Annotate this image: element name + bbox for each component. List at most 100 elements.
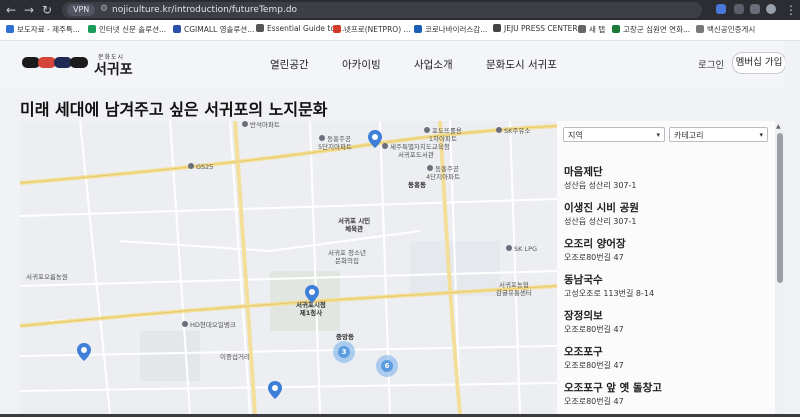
bookmark-item[interactable]: CGIMALL 영솔루션... bbox=[173, 24, 254, 35]
bookmark-favicon-icon bbox=[493, 24, 501, 32]
scroll-up-icon[interactable]: ▲ bbox=[776, 123, 781, 130]
page-margin bbox=[785, 41, 800, 414]
place-name: 이생진 시비 공원 bbox=[564, 202, 639, 214]
map-place-label[interactable]: 서귀포농협 감귤유통센터 bbox=[496, 281, 532, 297]
map-poi-label[interactable]: 동홍주공 4단지아파트 bbox=[426, 165, 460, 181]
building-icon bbox=[424, 127, 430, 133]
nav-culture-city[interactable]: 문화도시 서귀포 bbox=[486, 57, 557, 72]
map-cluster-marker[interactable]: 3 bbox=[333, 341, 355, 363]
bookmark-item[interactable]: 고창군 심원면 연화... bbox=[612, 24, 690, 35]
map-poi-label[interactable]: 반석아파트 bbox=[242, 121, 280, 129]
bookmarks-bar: 보도자료 - 제주특... 인터넷 신문 솔루션... CGIMALL 영솔루션… bbox=[0, 20, 800, 41]
extension-icon[interactable] bbox=[734, 4, 744, 14]
bookmark-favicon-icon bbox=[578, 25, 586, 33]
building-icon bbox=[382, 143, 388, 149]
bookmark-favicon-icon bbox=[88, 25, 96, 33]
place-name: 오조포구 bbox=[564, 346, 603, 358]
building-icon bbox=[319, 135, 326, 141]
map-poi-label[interactable]: SK주유소 bbox=[496, 127, 530, 135]
nav-archiving[interactable]: 아카이빙 bbox=[342, 57, 381, 72]
menu-dots-icon[interactable]: ⋮ bbox=[784, 3, 798, 17]
scroll-thumb[interactable] bbox=[777, 133, 783, 283]
building-icon bbox=[242, 121, 248, 127]
site-header: 문화도시 서귀포 열린공간 아카이빙 사업소개 문화도시 서귀포 로그인 멤버십… bbox=[0, 41, 800, 87]
bookmark-favicon-icon bbox=[414, 25, 422, 33]
nav-business[interactable]: 사업소개 bbox=[414, 57, 453, 72]
login-link[interactable]: 로그인 bbox=[698, 57, 724, 71]
url-text[interactable]: nojiculture.kr/introduction/futureTemp.d… bbox=[112, 4, 297, 16]
place-address: 오조로80번길 47 bbox=[564, 361, 624, 370]
map-place-label[interactable]: 서귀포 시민 체육관 bbox=[338, 217, 370, 233]
list-item[interactable]: 오조포구오조로80번길 47 bbox=[564, 345, 764, 381]
filter-bar: 지역 ▾ 카테고리 ▾ bbox=[563, 127, 768, 143]
bookmark-favicon-icon bbox=[612, 25, 620, 33]
bookmark-item[interactable]: 백신공인증게시 bbox=[696, 24, 755, 35]
back-arrow-icon[interactable]: ← bbox=[4, 3, 18, 17]
map-marker-pin-icon[interactable] bbox=[305, 285, 319, 303]
place-address: 오조로80번길 47 bbox=[564, 397, 624, 406]
fuel-station-icon bbox=[182, 321, 188, 327]
map-marker-pin-icon[interactable] bbox=[368, 130, 382, 148]
join-button[interactable]: 멤버십 가입 bbox=[732, 52, 786, 74]
browser-toolbar: ← → ↻ VPN ⚙ nojiculture.kr/introduction/… bbox=[0, 0, 800, 20]
chevron-down-icon: ▾ bbox=[759, 131, 763, 139]
shield-extension-icon[interactable] bbox=[716, 4, 726, 14]
map-marker-pin-icon[interactable] bbox=[268, 381, 282, 399]
map-poi-label[interactable]: 동홍주공 5단지아파트 bbox=[318, 135, 352, 151]
vpn-badge[interactable]: VPN bbox=[67, 4, 96, 16]
region-select[interactable]: 지역 ▾ bbox=[563, 127, 665, 142]
map-area-label: 중앙동 bbox=[336, 333, 354, 341]
place-name: 마음제단 bbox=[564, 166, 603, 178]
fuel-station-icon bbox=[496, 127, 502, 133]
logo-title: 서귀포 bbox=[94, 62, 133, 78]
list-item[interactable]: 동남국수 고성오조로 113번길 8-14 bbox=[564, 273, 764, 309]
bookmark-favicon-icon bbox=[333, 25, 341, 33]
bookmark-item[interactable]: 넷프로(NETPRO) ... bbox=[333, 24, 411, 35]
bookmark-favicon-icon bbox=[173, 25, 181, 33]
map-poi-label[interactable]: 포도뜨롤용 1차아파트 bbox=[424, 127, 462, 143]
map-place-label[interactable]: 서귀포오름농원 bbox=[26, 273, 68, 281]
map-poi-label[interactable]: HD현대오일뱅크 bbox=[182, 321, 236, 329]
place-name: 오조리 양어장 bbox=[564, 238, 626, 250]
building-icon bbox=[427, 165, 434, 171]
place-name: 장정의보 bbox=[564, 310, 603, 322]
map-area-label: 동홍동 bbox=[408, 181, 426, 189]
place-name: 오조포구 앞 옛 돌창고 bbox=[564, 382, 662, 394]
map-view[interactable]: 반석아파트 동홍주공 5단지아파트 세주특별자치도교육청 서귀포도서관 포도뜨롤… bbox=[20, 121, 557, 414]
bookmark-item[interactable]: 보도자료 - 제주특... bbox=[6, 24, 80, 35]
place-address: 고성오조로 113번길 8-14 bbox=[564, 289, 655, 298]
site-logo[interactable]: 문화도시 서귀포 bbox=[22, 52, 142, 78]
category-select[interactable]: 카테고리 ▾ bbox=[669, 127, 768, 142]
map-place-label[interactable]: 서귀포 청소년 문화의집 bbox=[328, 249, 366, 265]
bookmark-favicon-icon bbox=[6, 25, 14, 33]
list-item[interactable]: 장정의보오조로80번길 47 bbox=[564, 309, 764, 345]
profile-avatar-icon[interactable] bbox=[766, 4, 776, 14]
bookmark-item[interactable]: 코로나바이러스감... bbox=[414, 24, 487, 35]
list-item[interactable]: 오조포구 앞 옛 돌창고오조로80번길 47 bbox=[564, 381, 764, 417]
map-poi-label[interactable]: GS25 bbox=[188, 163, 213, 171]
place-address: 오조로80번길 47 bbox=[564, 253, 624, 262]
reload-icon[interactable]: ↻ bbox=[40, 3, 54, 17]
map-roads bbox=[20, 121, 557, 414]
map-place-label[interactable]: 이중섭거리 bbox=[220, 353, 250, 361]
list-scrollbar[interactable]: ▲ bbox=[775, 121, 785, 414]
place-address: 오조로80번길 47 bbox=[564, 325, 624, 334]
list-item[interactable]: 오조리 양어장오조로80번길 47 bbox=[564, 237, 764, 273]
bookmark-item[interactable]: 인터넷 신문 솔루션... bbox=[88, 24, 166, 35]
map-marker-pin-icon[interactable] bbox=[77, 343, 91, 361]
site-info-icon[interactable]: ⚙ bbox=[100, 4, 108, 14]
map-place-label[interactable]: 서귀포시청 제1청사 bbox=[296, 301, 326, 317]
list-item[interactable]: 마음제단 성산읍 성산리 307-1 bbox=[564, 165, 764, 201]
list-item[interactable]: 이생진 시비 공원성산읍 성산리 307-1 bbox=[564, 201, 764, 237]
forward-arrow-icon[interactable]: → bbox=[22, 3, 36, 17]
address-bar[interactable]: VPN ⚙ nojiculture.kr/introduction/future… bbox=[62, 2, 702, 18]
map-poi-label[interactable]: SK LPG bbox=[506, 245, 537, 253]
bookmark-item[interactable]: JEJU PRESS CENTER bbox=[493, 24, 578, 33]
store-icon bbox=[188, 163, 194, 169]
place-address: 성산읍 성산리 307-1 bbox=[564, 217, 637, 226]
nav-open-space[interactable]: 열린공간 bbox=[270, 57, 309, 72]
puzzle-icon[interactable] bbox=[750, 4, 760, 14]
map-cluster-marker[interactable]: 6 bbox=[376, 355, 398, 377]
bookmark-item[interactable]: 새 탭 bbox=[578, 24, 605, 35]
map-poi-label[interactable]: 세주특별자치도교육청 서귀포도서관 bbox=[382, 143, 450, 159]
